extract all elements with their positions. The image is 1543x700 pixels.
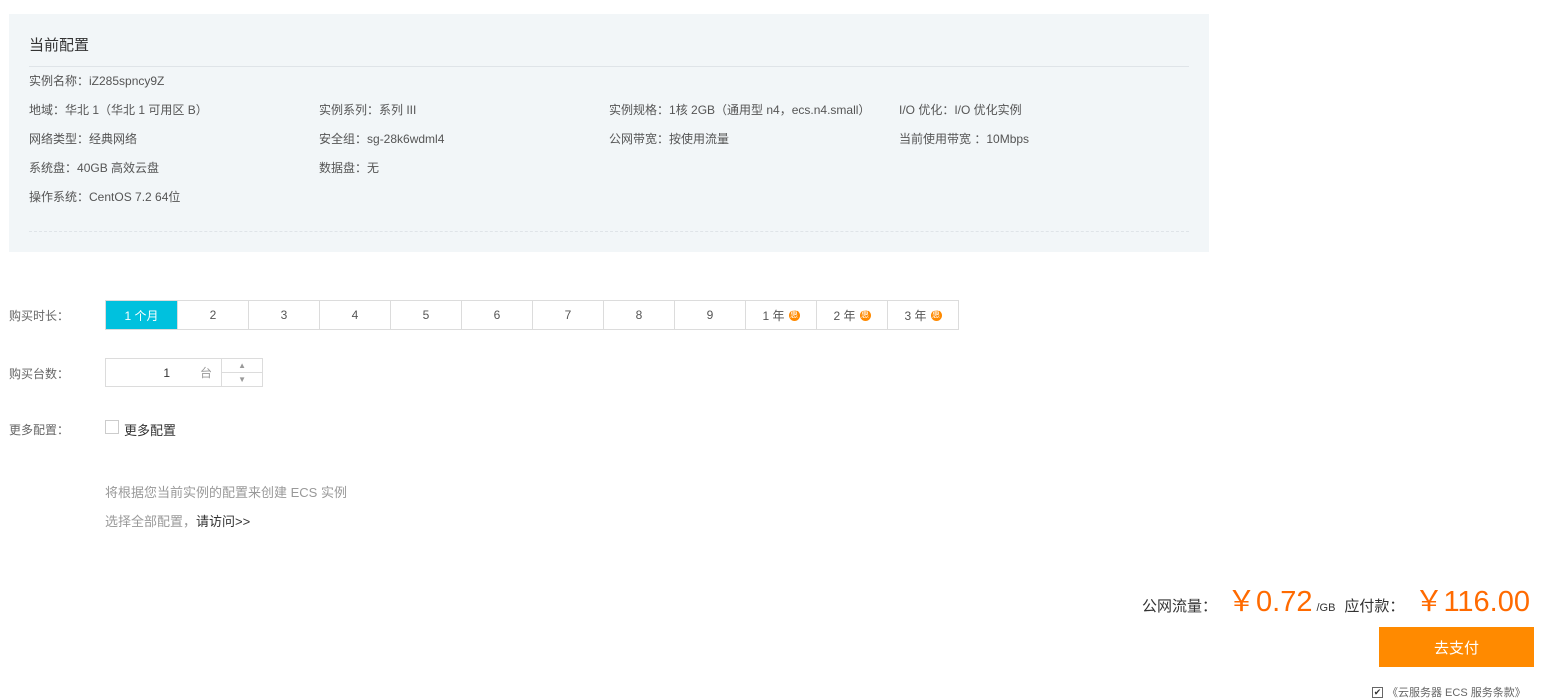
series-value: 系列 III: [379, 103, 417, 117]
caret-down-icon: ▼: [238, 375, 247, 384]
increment-button[interactable]: ▲: [222, 359, 262, 373]
current-bw-value: 10Mbps: [986, 132, 1030, 146]
config-instance-name: 实例名称：iZ285spncy9Z: [29, 72, 164, 89]
full-config-hint: 选择全部配置，请访问>>: [105, 511, 250, 530]
more-config-label: 更多配置：: [9, 423, 70, 437]
current-config-panel: 当前配置 实例名称：iZ285spncy9Z 地域：华北 1（华北 1 可用区 …: [9, 14, 1209, 252]
duration-option-label: 6: [493, 308, 501, 322]
system-disk-label: 系统盘：: [29, 161, 78, 175]
network-value: 经典网络: [89, 132, 138, 146]
create-instance-hint: 将根据您当前实例的配置来创建 ECS 实例: [105, 485, 347, 500]
spec-label: 实例规格：: [609, 103, 670, 117]
config-region: 地域：华北 1（华北 1 可用区 B）: [29, 101, 208, 118]
duration-option-7[interactable]: 7: [532, 301, 603, 329]
decrement-button[interactable]: ▼: [222, 373, 262, 386]
terms-checkbox[interactable]: ✔: [1372, 686, 1383, 698]
instance-name-value: iZ285spncy9Z: [89, 74, 165, 88]
duration-option-label: 4: [351, 308, 359, 322]
duration-option-label: 5: [422, 308, 430, 322]
region-label: 地域：: [29, 103, 66, 117]
duration-option-5[interactable]: 5: [390, 301, 461, 329]
system-disk-value: 40GB 高效云盘: [77, 161, 160, 175]
duration-option-label: 1 个月: [124, 308, 159, 323]
spec-value: 1核 2GB（通用型 n4，ecs.n4.small）: [669, 103, 871, 117]
io-value: I/O 优化实例: [954, 103, 1022, 117]
config-series: 实例系列：系列 III: [319, 101, 416, 118]
security-label: 安全组：: [319, 132, 368, 146]
quantity-value: 1: [163, 365, 170, 380]
traffic-price-unit: /GB: [1316, 602, 1336, 614]
config-data-disk: 数据盘：无: [319, 159, 379, 176]
duration-option-label: 3 年: [904, 308, 927, 323]
config-spec: 实例规格：1核 2GB（通用型 n4，ecs.n4.small）: [609, 101, 870, 118]
duration-option-4[interactable]: 4: [319, 301, 390, 329]
data-disk-label: 数据盘：: [319, 161, 368, 175]
os-value: CentOS 7.2 64位: [89, 190, 181, 204]
quantity-input[interactable]: 1 台: [106, 359, 221, 386]
network-label: 网络类型：: [29, 132, 90, 146]
terms-agreement: ✔ 《云服务器 ECS 服务条款》: [1372, 684, 1526, 700]
duration-option-3[interactable]: 3: [248, 301, 319, 329]
config-bandwidth: 公网带宽：按使用流量: [609, 130, 729, 147]
config-system-disk: 系统盘：40GB 高效云盘: [29, 159, 159, 176]
duration-option-6[interactable]: 6: [461, 301, 532, 329]
duration-option-label: 2 年: [833, 308, 856, 323]
series-label: 实例系列：: [319, 103, 380, 117]
pay-button[interactable]: 去支付: [1379, 627, 1534, 667]
check-icon: ✔: [1373, 686, 1382, 697]
more-config-checkbox[interactable]: [105, 420, 119, 434]
full-config-hint-text: 选择全部配置，: [105, 514, 197, 529]
os-label: 操作系统：: [29, 190, 90, 204]
quantity-label: 购买台数：: [9, 367, 70, 381]
data-disk-value: 无: [367, 161, 380, 175]
quantity-step-controls: ▲ ▼: [221, 359, 262, 386]
config-io: I/O 优化：I/O 优化实例: [899, 101, 1022, 118]
config-title: 当前配置: [29, 37, 90, 54]
security-value: sg-28k6wdml4: [367, 132, 445, 146]
duration-option-label: 7: [564, 308, 572, 322]
io-label: I/O 优化：: [899, 103, 955, 117]
bandwidth-label: 公网带宽：: [609, 132, 670, 146]
traffic-price-amount: ￥0.72: [1227, 586, 1313, 618]
duration-option-label: 1 年: [762, 308, 785, 323]
config-divider: [29, 66, 1189, 67]
discount-badge-icon: 惠: [788, 309, 800, 321]
region-value: 华北 1（华北 1 可用区 B）: [65, 103, 208, 117]
more-config-checkbox-label[interactable]: 更多配置: [124, 420, 176, 439]
terms-link[interactable]: 《云服务器 ECS 服务条款》: [1387, 684, 1526, 700]
quantity-stepper: 1 台 ▲ ▼: [105, 358, 263, 387]
config-dashed-divider: [29, 231, 1189, 232]
duration-option-label: 2: [209, 308, 217, 322]
duration-option-label: 8: [635, 308, 643, 322]
duration-option-label: 3: [280, 308, 288, 322]
current-bw-label: 当前使用带宽 ：: [899, 132, 987, 146]
duration-option-3-year[interactable]: 3 年惠: [887, 301, 958, 329]
price-summary: 公网流量： ￥0.72 /GB 应付款： ￥116.00: [1142, 578, 1530, 620]
config-os: 操作系统：CentOS 7.2 64位: [29, 188, 180, 205]
config-security: 安全组：sg-28k6wdml4: [319, 130, 444, 147]
duration-label: 购买时长：: [9, 309, 70, 323]
total-price-amount: ￥116.00: [1414, 586, 1530, 618]
config-current-bw: 当前使用带宽 ：10Mbps: [899, 130, 1029, 147]
duration-selector: 1 个月 2 3 4 5 6 7 8 9 1 年惠 2 年惠 3 年惠: [105, 300, 959, 330]
full-config-link[interactable]: 请访问>>: [196, 514, 250, 529]
duration-option-2-year[interactable]: 2 年惠: [816, 301, 887, 329]
duration-option-8[interactable]: 8: [603, 301, 674, 329]
duration-option-label: 9: [706, 308, 714, 322]
quantity-unit: 台: [200, 366, 213, 380]
duration-option-1-year[interactable]: 1 年惠: [745, 301, 816, 329]
caret-up-icon: ▲: [238, 361, 247, 370]
bandwidth-value: 按使用流量: [669, 132, 730, 146]
traffic-price-label: 公网流量：: [1142, 598, 1218, 615]
duration-option-1-month[interactable]: 1 个月: [106, 301, 177, 329]
discount-badge-icon: 惠: [859, 309, 871, 321]
instance-name-label: 实例名称：: [29, 74, 90, 88]
config-network: 网络类型：经典网络: [29, 130, 137, 147]
duration-option-9[interactable]: 9: [674, 301, 745, 329]
duration-option-2[interactable]: 2: [177, 301, 248, 329]
total-price-label: 应付款：: [1344, 598, 1405, 615]
discount-badge-icon: 惠: [930, 309, 942, 321]
